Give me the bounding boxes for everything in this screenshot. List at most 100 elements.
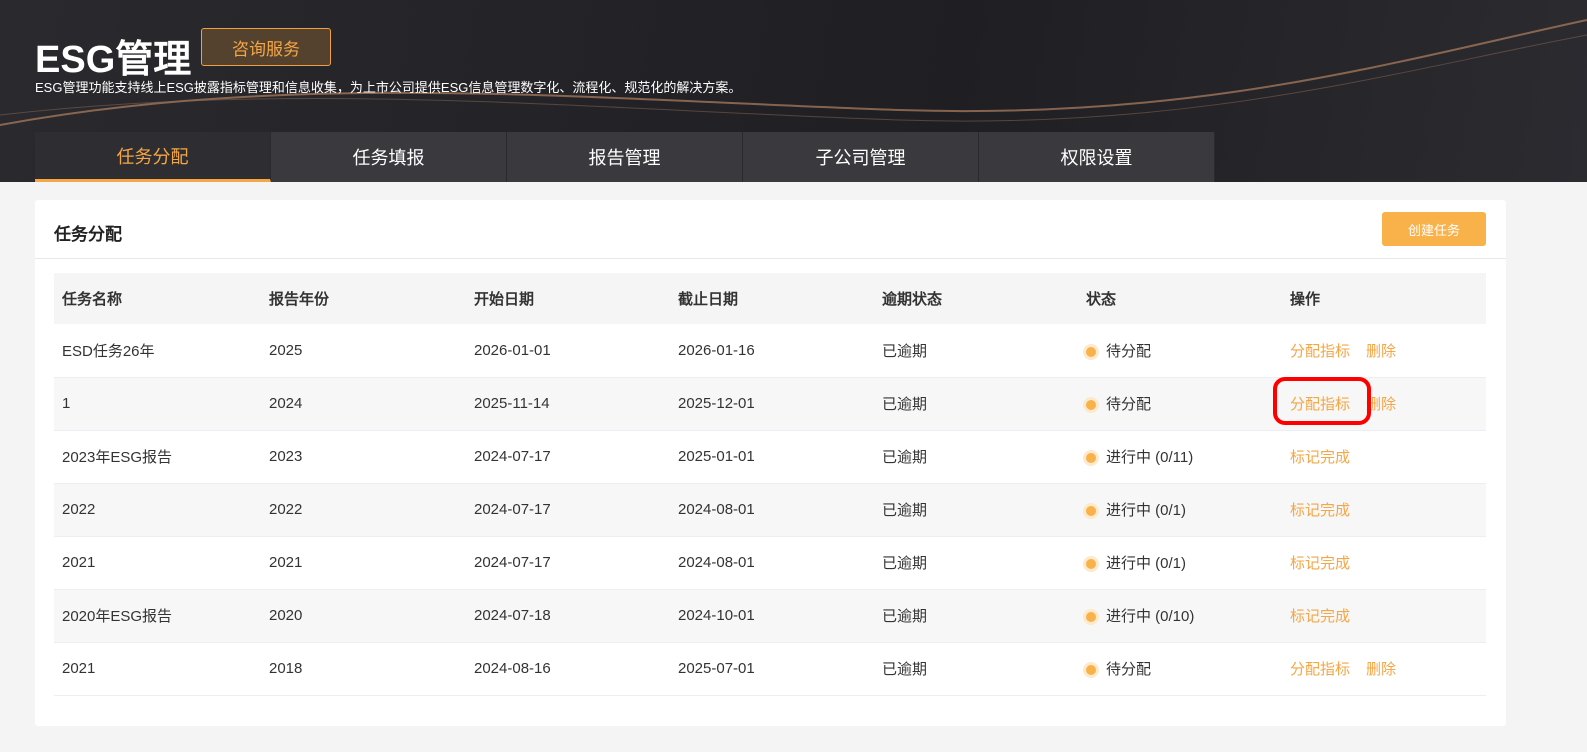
column-header: 任务名称 (54, 273, 261, 324)
status-dot-icon (1086, 346, 1096, 357)
cell-actions: 分配指标 删除 (1282, 642, 1486, 696)
cell-overdue: 已逾期 (874, 589, 1078, 643)
cell-actions: 分配指标 删除 (1282, 324, 1486, 378)
card-title: 任务分配 (54, 225, 122, 244)
cell-overdue: 已逾期 (874, 642, 1078, 696)
cell-actions: 标记完成 (1282, 430, 1486, 484)
cell-status: 进行中 (0/11) (1078, 430, 1282, 484)
table-row: 1 2024 2025-11-14 2025-12-01 已逾期 待分配 分配指标 删除 (54, 377, 1486, 431)
status-text: 进行中 (0/1) (1106, 555, 1187, 572)
tab-task-assign[interactable]: 任务分配 (35, 132, 271, 182)
tab-subsidiary-manage[interactable]: 子公司管理 (743, 132, 979, 182)
assign-indicator-link[interactable]: 分配指标 (1290, 343, 1350, 360)
column-header: 开始日期 (466, 273, 670, 324)
cell-name: 2021 (54, 536, 261, 590)
table-row: 2023年ESG报告 2023 2024-07-17 2025-01-01 已逾期 进行中… (54, 430, 1486, 484)
task-table: 任务名称 报告年份 开始日期 截止日期 逾期状态 状态 操作 ESD任务26年 2025 202… (54, 273, 1486, 696)
create-task-button[interactable]: 创建任务 (1382, 212, 1486, 246)
cell-year: 2022 (261, 483, 466, 537)
status-dot-icon (1086, 453, 1096, 464)
table-row: 2020年ESG报告 2020 2024-07-18 2024-10-01 已逾期 进行中… (54, 589, 1486, 643)
cell-end: 2025-12-01 (670, 377, 874, 431)
delete-link[interactable]: 删除 (1366, 343, 1396, 360)
cell-name: 2022 (54, 483, 261, 537)
column-header: 报告年份 (261, 273, 466, 324)
cell-overdue: 已逾期 (874, 377, 1078, 431)
cell-year: 2021 (261, 536, 466, 590)
status-text: 进行中 (0/1) (1106, 502, 1187, 519)
mark-complete-link[interactable]: 标记完成 (1290, 555, 1350, 572)
cell-year: 2025 (261, 324, 466, 378)
status-dot-icon (1086, 559, 1096, 570)
cell-name: 2023年ESG报告 (54, 430, 261, 484)
column-header: 逾期状态 (874, 273, 1078, 324)
tab-bar: 任务分配 任务填报 报告管理 子公司管理 权限设置 (35, 132, 1215, 182)
table-row: 2022 2022 2024-07-17 2024-08-01 已逾期 进行中 (0/1)… (54, 483, 1486, 537)
cell-start: 2024-07-18 (466, 589, 670, 643)
cell-actions: 标记完成 (1282, 483, 1486, 537)
task-card: 任务分配 创建任务 任务名称 报告年份 开始日期 截止日期 逾期状态 状态 操作 ESD任务… (35, 200, 1506, 726)
cell-status: 进行中 (0/1) (1078, 536, 1282, 590)
status-dot-icon (1086, 506, 1096, 517)
cell-end: 2024-08-01 (670, 483, 874, 537)
cell-overdue: 已逾期 (874, 324, 1078, 378)
status-dot-icon (1086, 612, 1096, 623)
cell-name: ESD任务26年 (54, 324, 261, 378)
page-description: ESG管理功能支持线上ESG披露指标管理和信息收集，为上市公司提供ESG信息管理… (35, 80, 742, 95)
cell-end: 2025-01-01 (670, 430, 874, 484)
delete-link[interactable]: 删除 (1366, 661, 1396, 678)
cell-end: 2024-08-01 (670, 536, 874, 590)
cell-status: 待分配 (1078, 642, 1282, 696)
table-row: 2021 2021 2024-07-17 2024-08-01 已逾期 进行中 (0/1)… (54, 536, 1486, 590)
cell-name: 1 (54, 377, 261, 431)
cell-start: 2025-11-14 (466, 377, 670, 431)
mark-complete-link[interactable]: 标记完成 (1290, 502, 1350, 519)
status-dot-icon (1086, 665, 1096, 676)
cell-actions: 标记完成 (1282, 536, 1486, 590)
column-header: 截止日期 (670, 273, 874, 324)
cell-actions: 标记完成 (1282, 589, 1486, 643)
status-text: 待分配 (1106, 396, 1152, 413)
page-title: ESG管理 (35, 39, 192, 81)
cell-year: 2020 (261, 589, 466, 643)
assign-indicator-link[interactable]: 分配指标 (1290, 396, 1350, 413)
delete-link[interactable]: 删除 (1366, 396, 1396, 413)
mark-complete-link[interactable]: 标记完成 (1290, 608, 1350, 625)
cell-year: 2024 (261, 377, 466, 431)
status-text: 待分配 (1106, 342, 1152, 360)
status-text: 进行中 (0/11) (1106, 449, 1194, 466)
cell-actions: 分配指标 删除 (1282, 377, 1486, 431)
cell-end: 2026-01-16 (670, 324, 874, 378)
divider (35, 258, 1506, 259)
cell-overdue: 已逾期 (874, 536, 1078, 590)
column-header: 操作 (1282, 273, 1486, 324)
tab-report-manage[interactable]: 报告管理 (507, 132, 743, 182)
cell-status: 进行中 (0/1) (1078, 483, 1282, 537)
mark-complete-link[interactable]: 标记完成 (1290, 449, 1350, 466)
cell-overdue: 已逾期 (874, 483, 1078, 537)
cell-overdue: 已逾期 (874, 430, 1078, 484)
cell-start: 2024-08-16 (466, 642, 670, 696)
cell-start: 2026-01-01 (466, 324, 670, 378)
assign-indicator-link[interactable]: 分配指标 (1290, 661, 1350, 678)
header-banner: ESG管理 咨询服务 ESG管理功能支持线上ESG披露指标管理和信息收集，为上市… (0, 0, 1587, 182)
status-text: 进行中 (0/10) (1106, 608, 1195, 625)
tab-permission-settings[interactable]: 权限设置 (979, 132, 1215, 182)
cell-status: 待分配 (1078, 377, 1282, 431)
tab-task-fill[interactable]: 任务填报 (271, 132, 507, 182)
table-row: 2021 2018 2024-08-16 2025-07-01 已逾期 待分配 分配指标 删除 (54, 642, 1486, 696)
cell-year: 2018 (261, 642, 466, 696)
cell-status: 进行中 (0/10) (1078, 589, 1282, 643)
column-header: 状态 (1078, 273, 1282, 324)
cell-start: 2024-07-17 (466, 536, 670, 590)
cell-end: 2024-10-01 (670, 589, 874, 643)
consult-service-button[interactable]: 咨询服务 (201, 28, 331, 66)
cell-year: 2023 (261, 430, 466, 484)
table-row: ESD任务26年 2025 2026-01-01 2026-01-16 已逾期 待分配 分配… (54, 324, 1486, 378)
status-dot-icon (1086, 400, 1096, 411)
cell-start: 2024-07-17 (466, 483, 670, 537)
cell-name: 2020年ESG报告 (54, 589, 261, 643)
cell-end: 2025-07-01 (670, 642, 874, 696)
cell-start: 2024-07-17 (466, 430, 670, 484)
cell-status: 待分配 (1078, 324, 1282, 378)
